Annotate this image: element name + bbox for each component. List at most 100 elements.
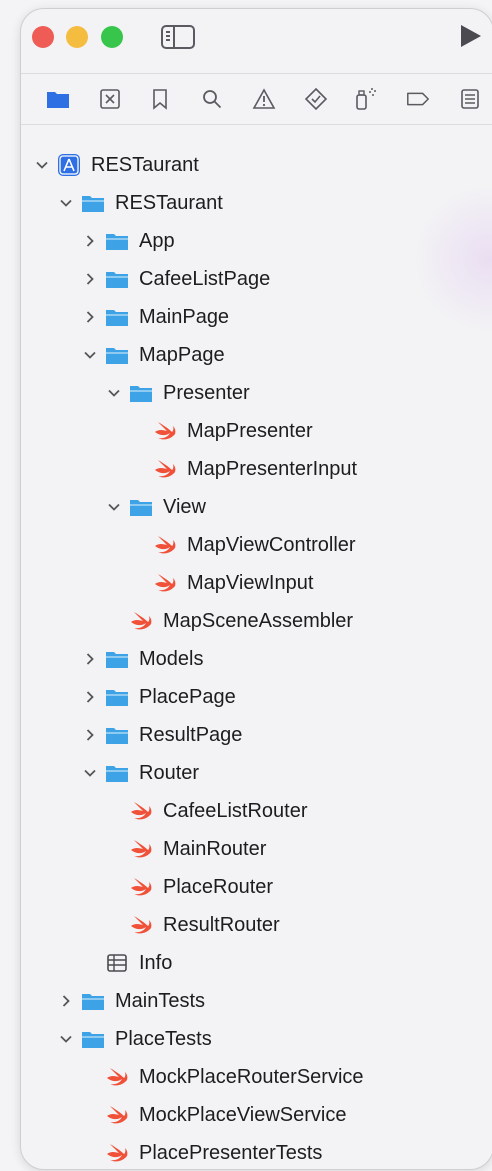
chevron-down-icon[interactable] [81,756,99,790]
tree-item-placetests[interactable]: PlaceTests [57,1022,212,1056]
tree-item-router[interactable]: Router [81,756,199,790]
swift-file-icon [153,572,177,594]
swift-file-icon [129,838,153,860]
maximize-window-button[interactable] [101,26,123,48]
tree-item-label: MapPresenter [187,420,313,442]
background-glow [413,184,492,334]
folder-icon [129,382,153,404]
tree-item-mapsceneassembler[interactable]: MapSceneAssembler [105,604,353,638]
report-navigator-icon[interactable] [457,86,483,112]
tree-item-label: CafeeListRouter [163,800,308,822]
close-window-button[interactable] [32,26,54,48]
tree-item-models[interactable]: Models [81,642,203,676]
tree-item-placepresentertests[interactable]: PlacePresenterTests [81,1136,322,1169]
tree-item-label: MainTests [115,990,206,1012]
tree-item-label: Info [139,952,173,974]
tree-item-resultrouter[interactable]: ResultRouter [105,908,280,942]
tree-item-resultpage[interactable]: ResultPage [81,718,242,752]
tree-item-label: MapPage [139,344,225,366]
tree-item-presenter[interactable]: Presenter [105,376,250,410]
tree-item-label: PlaceTests [115,1028,212,1050]
tree-item-placerouter[interactable]: PlaceRouter [105,870,273,904]
swift-file-icon [105,1142,129,1164]
tree-item-view[interactable]: View [105,490,206,524]
tree-item-mappage[interactable]: MapPage [81,338,225,372]
source-control-navigator-icon[interactable] [97,86,123,112]
folder-icon [105,686,129,708]
chevron-right-icon[interactable] [57,984,75,1018]
chevron-down-icon[interactable] [57,186,75,220]
tree-item-label: RESTaurant [91,154,199,176]
project-navigator-folder-icon[interactable] [45,86,71,112]
issue-navigator-warning-icon[interactable] [251,86,277,112]
sidebar-toggle-icon[interactable] [161,25,195,49]
tree-item-mockplaceviewservice[interactable]: MockPlaceViewService [81,1098,347,1132]
tree-item-label: Models [139,648,204,670]
tree-item-restaurant[interactable]: RESTaurant [57,186,223,220]
folder-icon [105,762,129,784]
tree-item-mappresenterinput[interactable]: MapPresenterInput [129,452,357,486]
tree-item-label: CafeeListPage [139,268,271,290]
swift-file-icon [105,1104,129,1126]
tree-item-mainpage[interactable]: MainPage [81,300,229,334]
debug-navigator-spray-icon[interactable] [353,86,379,112]
chevron-right-icon[interactable] [81,300,99,334]
tree-item-mockplacerouterservice[interactable]: MockPlaceRouterService [81,1060,364,1094]
tree-item-mainrouter[interactable]: MainRouter [105,832,266,866]
tree-item-label: MapPresenterInput [187,458,358,480]
test-navigator-diamond-icon[interactable] [303,86,329,112]
chevron-right-icon[interactable] [81,262,99,296]
tree-item-mapviewinput[interactable]: MapViewInput [129,566,313,600]
chevron-down-icon[interactable] [105,376,123,410]
swift-file-icon [129,914,153,936]
chevron-down-icon[interactable] [57,1022,75,1056]
folder-icon [81,1028,105,1050]
tree-item-maintests[interactable]: MainTests [57,984,205,1018]
breakpoint-navigator-icon[interactable] [405,86,431,112]
chevron-down-icon[interactable] [33,148,51,182]
tree-item-cafeelistpage[interactable]: CafeeListPage [81,262,270,296]
chevron-right-icon[interactable] [81,224,99,258]
swift-file-icon [129,610,153,632]
folder-icon [81,990,105,1012]
tree-item-label: MapViewController [187,534,356,556]
tree-item-placepage[interactable]: PlacePage [81,680,236,714]
minimize-window-button[interactable] [66,26,88,48]
tree-item-mappresenter[interactable]: MapPresenter [129,414,313,448]
folder-icon [81,192,105,214]
folder-icon [105,724,129,746]
tree-item-label: MapSceneAssembler [163,610,354,632]
tree-item-restaurant[interactable]: RESTaurant [33,148,199,182]
title-bar [21,9,492,65]
tree-item-cafeelistrouter[interactable]: CafeeListRouter [105,794,308,828]
chevron-right-icon[interactable] [81,718,99,752]
folder-icon [105,230,129,252]
bookmark-navigator-icon[interactable] [147,86,173,112]
tree-item-mapviewcontroller[interactable]: MapViewController [129,528,356,562]
tree-item-label: PlacePage [139,686,236,708]
chevron-right-icon[interactable] [81,642,99,676]
tree-item-label: MapViewInput [187,572,314,594]
chevron-down-icon[interactable] [81,338,99,372]
tree-item-info[interactable]: Info [81,946,172,980]
chevron-down-icon[interactable] [105,490,123,524]
swift-file-icon [153,458,177,480]
find-navigator-search-icon[interactable] [199,86,225,112]
tree-item-label: App [139,230,175,252]
tree-item-app[interactable]: App [81,224,175,258]
tree-item-label: Presenter [163,382,250,404]
run-button[interactable] [461,25,481,47]
tree-item-label: ResultPage [139,724,243,746]
chevron-right-icon[interactable] [81,680,99,714]
tree-item-label: MockPlaceViewService [139,1104,347,1126]
folder-icon [105,306,129,328]
navigator-selector-bar [21,73,492,125]
